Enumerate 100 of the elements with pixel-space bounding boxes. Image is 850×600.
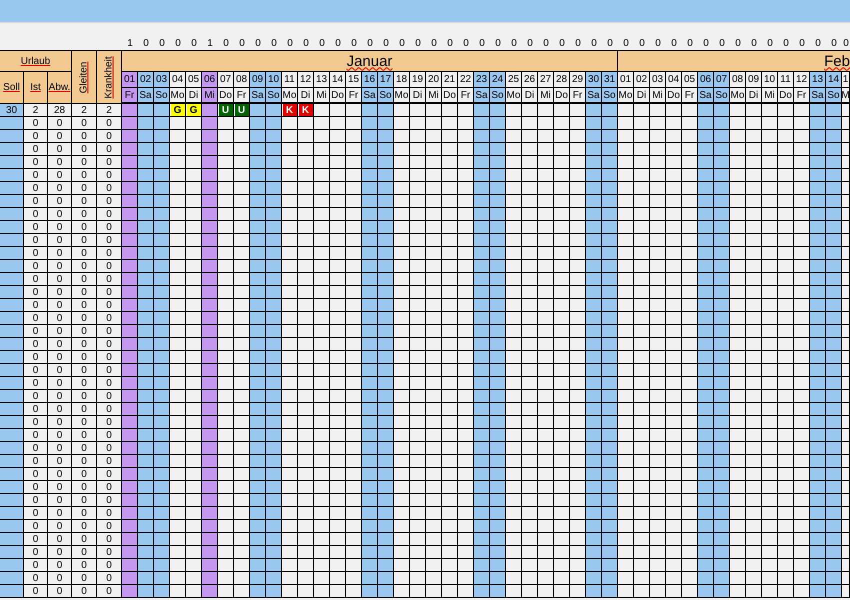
abw-cell: 0: [48, 130, 72, 143]
soll-cell: [0, 364, 24, 377]
day-number: 05: [186, 72, 202, 88]
gleiten-cell: 0: [72, 546, 97, 559]
day-number: 02: [634, 72, 650, 88]
flag-value: 0: [478, 38, 486, 50]
gleiten-cell: 0: [72, 195, 97, 208]
flag-value: 0: [622, 38, 630, 50]
flag-value: 0: [222, 38, 230, 50]
abw-cell: 0: [48, 559, 72, 572]
day-number: 14: [826, 72, 842, 88]
abw-cell: 0: [48, 143, 72, 156]
ist-cell: 0: [24, 429, 48, 442]
krankheit-cell: 0: [97, 455, 122, 468]
flag-value: 0: [814, 38, 822, 50]
day-number: 01: [618, 72, 634, 88]
day-number: 05: [682, 72, 698, 88]
soll-cell: [0, 169, 24, 182]
flag-value: 0: [398, 38, 406, 50]
soll-cell: [0, 299, 24, 312]
gleiten-cell: 0: [72, 117, 97, 130]
abw-cell: 0: [48, 208, 72, 221]
gleiten-cell: 0: [72, 338, 97, 351]
ist-cell: 0: [24, 273, 48, 286]
ist-cell: 0: [24, 403, 48, 416]
flag-value: 0: [318, 38, 326, 50]
krankheit-cell: 0: [97, 403, 122, 416]
gleiten-cell: 0: [72, 299, 97, 312]
ist-cell: 0: [24, 169, 48, 182]
weekday-label: So: [714, 88, 730, 104]
day-number: 06: [698, 72, 714, 88]
weekday-label: Mo: [282, 88, 298, 104]
flag-value: 0: [254, 38, 262, 50]
soll-cell: [0, 325, 24, 338]
krankheit-cell: 0: [97, 169, 122, 182]
gleiten-cell: 2: [72, 104, 97, 117]
soll-cell: [0, 234, 24, 247]
gleiten-cell: 0: [72, 143, 97, 156]
krankheit-cell: 0: [97, 533, 122, 546]
day-number: 21: [442, 72, 458, 88]
weekday-label: Do: [442, 88, 458, 104]
weekday-label: Mo: [618, 88, 634, 104]
ist-cell: 0: [24, 390, 48, 403]
soll-cell: [0, 559, 24, 572]
day-number: 1: [842, 72, 850, 88]
gleiten-cell: 0: [72, 156, 97, 169]
weekday-label: So: [154, 88, 170, 104]
weekday-label: So: [490, 88, 506, 104]
ist-cell: 0: [24, 338, 48, 351]
day-number: 30: [586, 72, 602, 88]
flag-value: 0: [302, 38, 310, 50]
day-number: 23: [474, 72, 490, 88]
weekday-label: Di: [410, 88, 426, 104]
day-number: 01: [122, 72, 138, 88]
abw-cell: 0: [48, 312, 72, 325]
ist-cell: 0: [24, 312, 48, 325]
gleiten-cell: 0: [72, 260, 97, 273]
gleiten-cell: 0: [72, 182, 97, 195]
flag-value: 0: [670, 38, 678, 50]
krankheit-cell: 0: [97, 585, 122, 598]
gleiten-cell: 0: [72, 130, 97, 143]
weekday-label: So: [826, 88, 842, 104]
gleiten-cell: 0: [72, 247, 97, 260]
gleiten-cell: 0: [72, 312, 97, 325]
ist-cell: 0: [24, 195, 48, 208]
gleiten-cell: 0: [72, 429, 97, 442]
flag-value: 0: [190, 38, 198, 50]
day-number: 27: [538, 72, 554, 88]
weekday-label: Sa: [138, 88, 154, 104]
abw-cell: 0: [48, 390, 72, 403]
weekday-label: Mi: [426, 88, 442, 104]
day-number: 24: [490, 72, 506, 88]
weekday-label: Mi: [762, 88, 778, 104]
krankheit-cell: 0: [97, 507, 122, 520]
abw-cell: 0: [48, 221, 72, 234]
ist-cell: 0: [24, 416, 48, 429]
krankheit-cell: 0: [97, 468, 122, 481]
ist-cell: 0: [24, 481, 48, 494]
abw-cell: 0: [48, 195, 72, 208]
ist-cell: 0: [24, 455, 48, 468]
flag-value: 0: [606, 38, 614, 50]
krankheit-cell: 2: [97, 104, 122, 117]
krankheit-cell: 0: [97, 130, 122, 143]
ist-cell: 0: [24, 546, 48, 559]
ist-cell: 0: [24, 299, 48, 312]
flag-value: 0: [798, 38, 806, 50]
weekday-label: Mo: [170, 88, 186, 104]
gleiten-cell: 0: [72, 572, 97, 585]
ist-cell: 0: [24, 130, 48, 143]
gleiten-cell: 0: [72, 416, 97, 429]
day-number: 22: [458, 72, 474, 88]
soll-cell: [0, 468, 24, 481]
flag-value: 0: [782, 38, 790, 50]
flag-value: 0: [494, 38, 502, 50]
ist-cell: 0: [24, 208, 48, 221]
soll-cell: [0, 130, 24, 143]
weekday-label: Fr: [570, 88, 586, 104]
ist-cell: 0: [24, 585, 48, 598]
krankheit-cell: 0: [97, 273, 122, 286]
ist-cell: 0: [24, 442, 48, 455]
